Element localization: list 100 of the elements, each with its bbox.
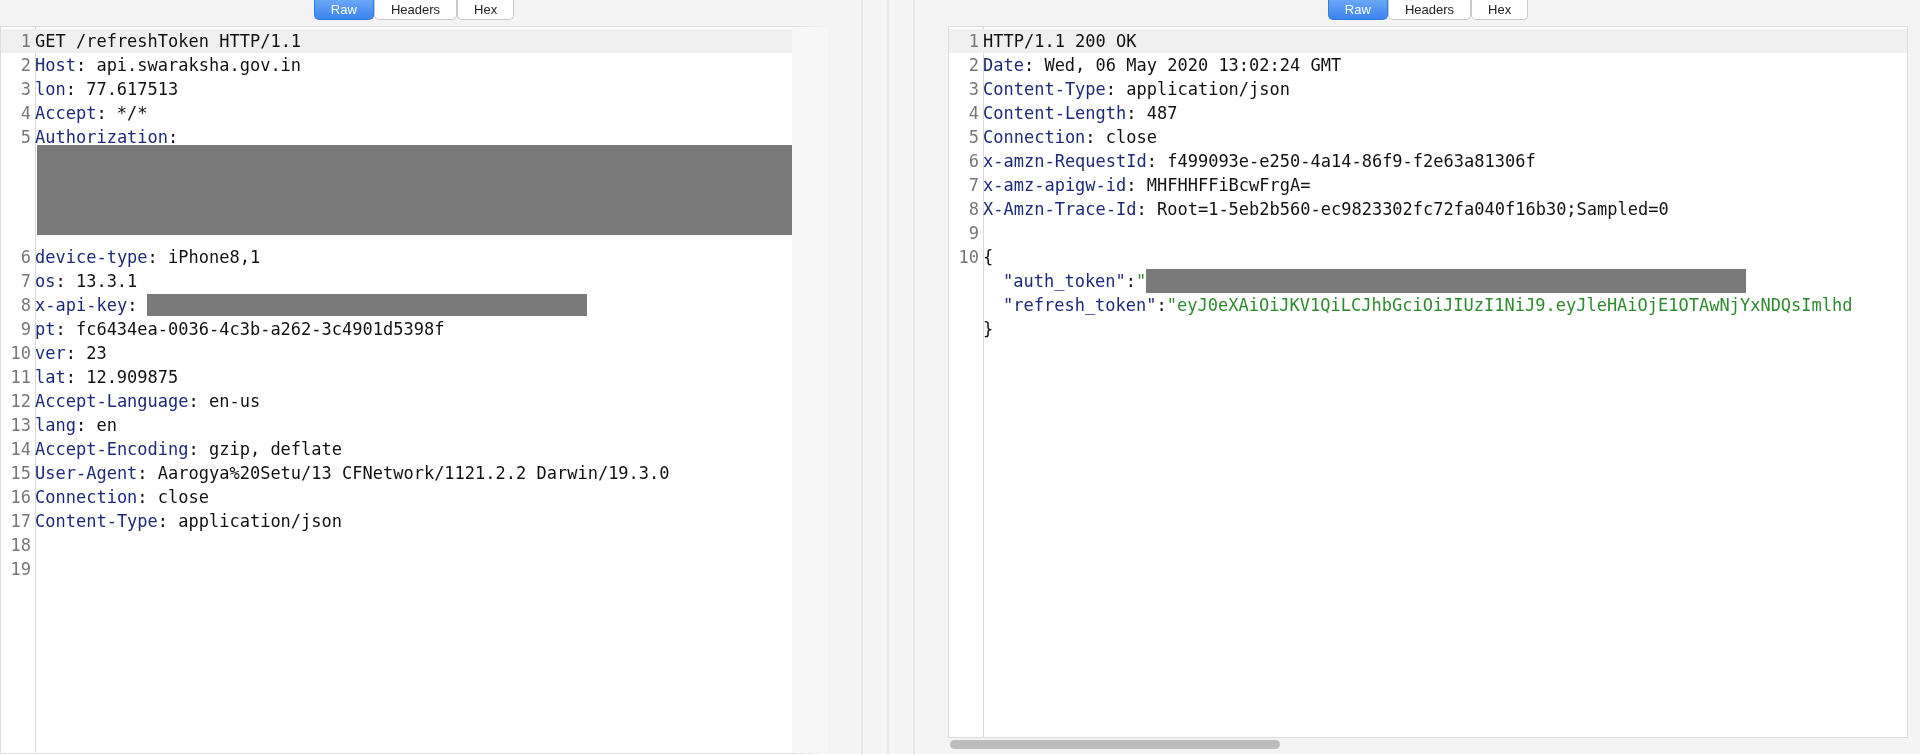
line-number: 14 [9,438,32,461]
line-number: 4 [967,102,980,125]
header-name: Host [35,54,76,77]
header-value: Aarogya%20Setu/13 CFNetwork/1121.2.2 Darwin/19.3.0 [157,462,670,485]
header-name: User-Agent [35,462,138,485]
code-text: { [983,246,994,269]
header-colon: : [1105,78,1117,101]
header-value: 13.3.1 [75,270,138,293]
line-number: 5 [967,126,980,149]
view-tab[interactable]: Hex [457,0,515,20]
view-tab[interactable]: Hex [1471,0,1529,20]
header-name: lat [35,366,66,389]
header-name: device-type [35,246,148,269]
code-text: GET /refreshToken HTTP/1.1 [35,30,302,53]
line-number: 7 [19,270,32,293]
header-name: os [35,270,56,293]
line-number: 9 [19,318,32,341]
header-colon: : [55,318,66,341]
line-number: 9 [967,222,980,245]
line-number: 1 [967,30,980,53]
line-number: 18 [9,534,32,557]
code-text: HTTP/1.1 200 OK [983,30,1137,53]
header-value: MHFHHFFiBcwFrgA= [1146,174,1311,197]
header-value: en [96,414,117,437]
line-number: 11 [9,366,32,389]
header-value: Wed, 06 May 2020 13:02:24 GMT [1044,54,1342,77]
line-number: 17 [9,510,32,533]
header-colon: : [188,390,199,413]
header-value: */* [116,102,148,125]
header-value: application/json [178,510,343,533]
line-number: 19 [9,558,32,581]
header-name: lang [35,414,76,437]
line-number: 13 [9,414,32,437]
json-value: "eyJ0eXAiOiJKV1QiLCJhbGciOiJIUzI1NiJ9.eyJleHAiOjE1OTAwNjYxNDQsImlhd [1166,294,1853,317]
header-colon: : [1136,198,1147,221]
header-name: Connection [983,126,1086,149]
header-name: Accept [35,102,97,125]
header-value: f499093e-e250-4a14-86f9-f2e63a81306f [1167,150,1536,173]
scrollbar-thumb[interactable] [950,740,1280,749]
header-colon: : [137,486,148,509]
header-name: lon [35,78,66,101]
header-name: X-Amzn-Trace-Id [983,198,1137,221]
header-colon: : [157,510,169,533]
header-name: x-amz-apigw-id [983,174,1127,197]
line-number: 5 [19,126,32,149]
line-number: 6 [967,150,980,173]
header-colon: : [65,366,76,389]
header-name: Date [983,54,1024,77]
header-value: close [1105,126,1157,149]
header-name: Content-Type [35,510,158,533]
line-number: 6 [19,246,32,269]
header-name: Content-Length [983,102,1127,125]
header-value: en-us [208,390,261,413]
header-name: x-amzn-RequestId [983,150,1147,173]
line-number: 3 [967,78,980,101]
header-colon: : [1126,174,1137,197]
header-colon: : [96,102,107,125]
view-tab[interactable]: Headers [1387,0,1471,20]
header-value: Root=1-5eb2b560-ec9823302fc72fa040f16b30;Sampled=0 [1156,198,1669,221]
line-number: 4 [19,102,32,125]
header-colon: : [75,414,87,437]
header-value: 487 [1146,102,1178,125]
header-colon: : [65,342,76,365]
header-colon: : [75,54,87,77]
header-colon: : [1085,126,1096,149]
header-name: Connection [35,486,138,509]
header-name: x-api-key [35,294,128,317]
line-number: 16 [9,486,32,509]
header-value: gzip, deflate [208,438,343,461]
json-colon: : [1156,294,1167,317]
line-number: 1 [19,30,32,53]
header-name: Content-Type [983,78,1106,101]
json-colon: : [1125,270,1137,293]
view-tab[interactable]: Headers [373,0,457,20]
header-colon: : [55,270,66,293]
line-number: 2 [19,54,32,77]
json-quote: " [1136,270,1147,293]
header-name: pt [35,318,56,341]
header-value: 12.909875 [86,366,179,389]
header-value: 23 [86,342,107,365]
line-number: 8 [967,198,980,221]
line-number: 3 [19,78,32,101]
code-text: } [983,318,994,341]
header-name: ver [35,342,66,365]
header-value: fc6434ea-0036-4c3b-a262-3c4901d5398f [75,318,445,341]
header-colon: : [1126,102,1137,125]
line-number: 7 [967,174,980,197]
header-name: Accept-Language [35,390,189,413]
header-colon: : [1023,54,1035,77]
header-colon: : [188,438,199,461]
json-key: "refresh_token" [1003,293,1157,317]
header-value: iPhone8,1 [168,246,261,269]
header-name: Accept-Encoding [35,438,189,461]
line-number: 2 [967,54,980,77]
header-name: Authorization [35,126,169,149]
header-colon: : [1146,150,1157,173]
header-colon: : [168,126,179,149]
line-number: 10 [957,246,980,269]
line-number: 12 [9,390,32,413]
header-value: application/json [1126,78,1291,101]
